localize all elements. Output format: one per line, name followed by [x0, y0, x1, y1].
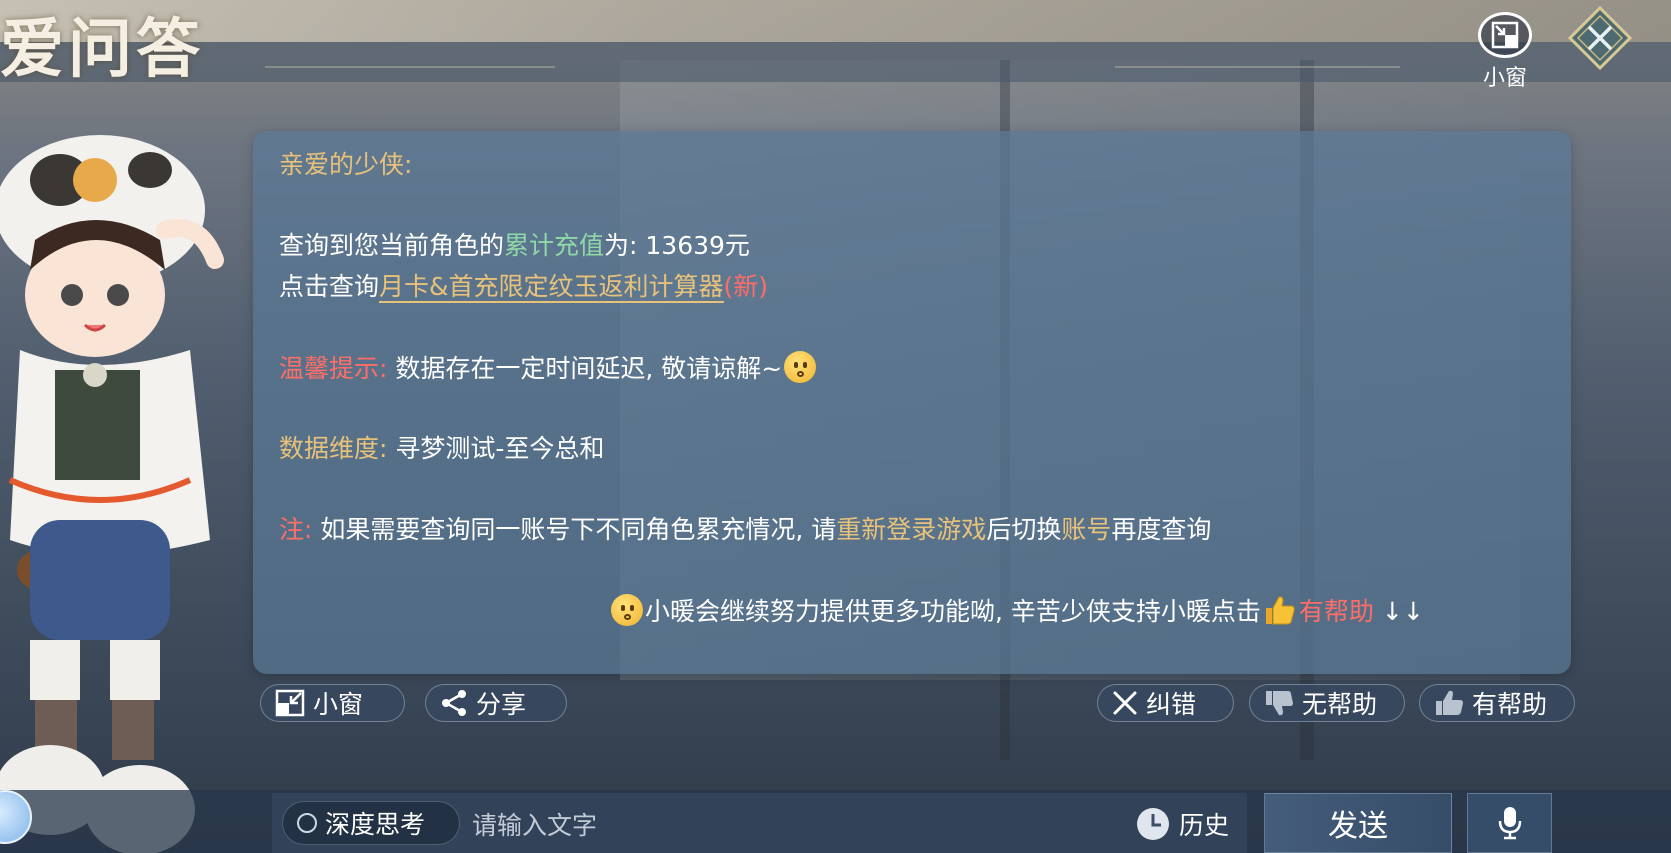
note-label: 注:: [279, 515, 313, 544]
footer-helpful: 有帮助: [1298, 597, 1374, 626]
helpful-label: 有帮助: [1472, 690, 1548, 719]
correct-label: 纠错: [1146, 690, 1197, 719]
history-label: 历史: [1179, 811, 1230, 840]
share-button[interactable]: 分享: [425, 684, 567, 722]
recharge-highlight: 累计充值: [504, 231, 605, 260]
note-line: 注: 如果需要查询同一账号下不同角色累充情况, 请重新登录游戏后切换账号再度查询: [279, 513, 1211, 547]
not-helpful-button[interactable]: 无帮助: [1249, 684, 1405, 722]
app-screen: 爱问答 小窗 亲爱的少侠: 查询到您当前角色的累计充值为: 13639元 点击查…: [0, 0, 1671, 853]
microphone-icon: [1498, 807, 1521, 840]
minimize-window-icon: [275, 689, 305, 717]
microphone-button[interactable]: [1467, 793, 1552, 853]
clock-icon: [1137, 808, 1169, 840]
share-icon: [442, 690, 466, 716]
helpful-button[interactable]: 有帮助: [1419, 684, 1575, 722]
surprised-emoji-icon: [784, 351, 817, 383]
new-badge: (新): [723, 272, 769, 301]
message-input[interactable]: [470, 803, 1124, 847]
close-x-icon: [1113, 691, 1137, 715]
mini-window-label: 小窗: [313, 690, 364, 719]
not-helpful-label: 无帮助: [1302, 690, 1378, 719]
header-strip: [0, 42, 1671, 82]
character-illustration: [0, 135, 224, 853]
deep-think-toggle[interactable]: 深度思考: [282, 801, 460, 845]
note-text-1: 如果需要查询同一账号下不同角色累充情况, 请: [320, 515, 837, 544]
send-button[interactable]: 发送: [1264, 793, 1452, 853]
note-text-2: 后切换: [986, 515, 1062, 544]
recharge-suffix: 为: 13639元: [604, 231, 750, 260]
greeting-text: 亲爱的少侠:: [279, 150, 413, 179]
recharge-prefix: 查询到您当前角色的: [279, 231, 505, 260]
note-text-3: 再度查询: [1111, 515, 1212, 544]
mini-window-top-label: 小窗: [1482, 66, 1527, 91]
deep-think-label: 深度思考: [325, 810, 426, 839]
answer-panel: 亲爱的少侠: 查询到您当前角色的累计充值为: 13639元 点击查询月卡&首充限…: [253, 131, 1571, 674]
calculator-prefix: 点击查询: [279, 272, 380, 301]
thumbs-up-emoji-icon: [1265, 596, 1295, 625]
history-button[interactable]: 历史: [1135, 803, 1229, 845]
note-highlight-relogin: 重新登录游戏: [836, 515, 987, 544]
note-highlight-account: 账号: [1061, 515, 1112, 544]
calculator-line: 点击查询月卡&首充限定纹玉返利计算器(新): [279, 270, 768, 304]
header-divider: [1115, 66, 1400, 68]
share-label: 分享: [476, 690, 527, 719]
dimension-label: 数据维度:: [279, 434, 388, 463]
correct-button[interactable]: 纠错: [1097, 684, 1234, 722]
surprised-emoji-icon: [611, 594, 643, 626]
tip-label: 温馨提示:: [279, 354, 388, 383]
top-background-band: [0, 0, 1671, 42]
calculator-link[interactable]: 月卡&首充限定纹玉返利计算器: [379, 272, 724, 303]
dimension-line: 数据维度: 寻梦测试-至今总和: [279, 432, 604, 466]
thumbs-up-icon: [1436, 690, 1463, 715]
app-title-logo: 爱问答: [0, 12, 204, 87]
footer-line: 小暖会继续努力提供更多功能呦, 辛苦少侠支持小暖点击 有帮助 ↓↓: [609, 594, 1424, 629]
footer-text: 小暖会继续努力提供更多功能呦, 辛苦少侠支持小暖点击: [645, 597, 1261, 626]
minimize-window-icon: [1478, 12, 1532, 58]
recharge-line: 查询到您当前角色的累计充值为: 13639元: [279, 229, 750, 263]
close-icon[interactable]: [1568, 6, 1632, 70]
header-divider: [265, 66, 555, 68]
radio-circle-icon: [297, 813, 317, 833]
mini-window-button[interactable]: 小窗: [260, 684, 405, 722]
mini-window-top-button[interactable]: 小窗: [1475, 12, 1535, 92]
tip-line: 温馨提示: 数据存在一定时间延迟, 敬请谅解~: [279, 351, 818, 386]
footer-arrows: ↓↓: [1381, 597, 1424, 626]
thumbs-down-icon: [1266, 691, 1293, 716]
tip-text: 数据存在一定时间延迟, 敬请谅解~: [395, 354, 783, 383]
dimension-text: 寻梦测试-至今总和: [395, 434, 605, 463]
